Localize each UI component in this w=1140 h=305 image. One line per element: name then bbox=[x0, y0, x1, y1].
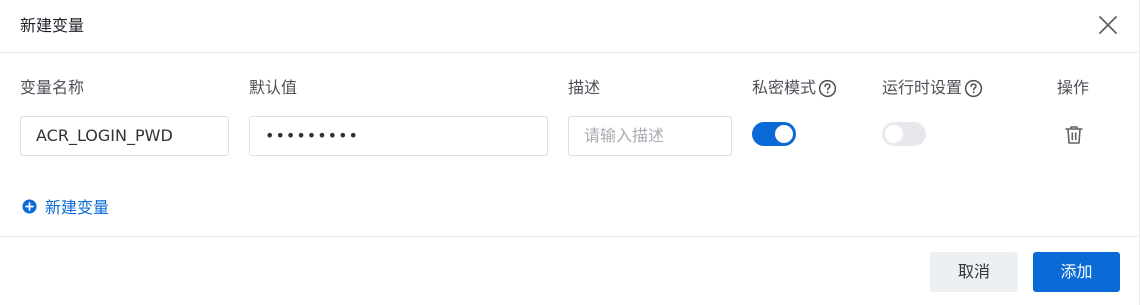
default-value-password-input[interactable]: ••••••••• bbox=[249, 116, 548, 156]
variable-name-input[interactable]: ACR_LOGIN_PWD bbox=[20, 116, 229, 156]
trash-icon[interactable] bbox=[1063, 124, 1085, 146]
toggle-knob bbox=[775, 125, 793, 143]
plus-circle-icon bbox=[22, 198, 37, 214]
dialog-header: 新建变量 bbox=[0, 0, 1140, 53]
footer-divider bbox=[0, 236, 1140, 237]
toggle-knob bbox=[885, 125, 903, 143]
column-header-runtime-setting: 运行时设置 bbox=[882, 77, 983, 99]
dialog-title: 新建变量 bbox=[20, 16, 85, 35]
column-header-description: 描述 bbox=[568, 78, 601, 97]
column-header-actions: 操作 bbox=[1057, 78, 1090, 97]
column-header-private-mode: 私密模式 bbox=[752, 77, 837, 99]
runtime-setting-toggle[interactable] bbox=[882, 122, 926, 146]
help-icon[interactable] bbox=[964, 79, 983, 98]
add-variable-label: 新建变量 bbox=[45, 198, 110, 217]
column-header-default-value: 默认值 bbox=[249, 78, 298, 97]
close-icon[interactable] bbox=[1096, 13, 1120, 37]
column-header-name: 变量名称 bbox=[20, 78, 85, 97]
new-variable-dialog: 新建变量 变量名称 默认值 描述 私密模式 运行时设置 操作 ACR_LOGIN… bbox=[0, 0, 1140, 305]
cancel-button[interactable]: 取消 bbox=[930, 252, 1018, 292]
help-icon[interactable] bbox=[818, 79, 837, 98]
description-input[interactable]: 请输入描述 bbox=[568, 116, 732, 156]
add-button[interactable]: 添加 bbox=[1033, 252, 1120, 292]
add-variable-link[interactable]: 新建变量 bbox=[22, 194, 109, 218]
private-mode-toggle[interactable] bbox=[752, 122, 796, 146]
